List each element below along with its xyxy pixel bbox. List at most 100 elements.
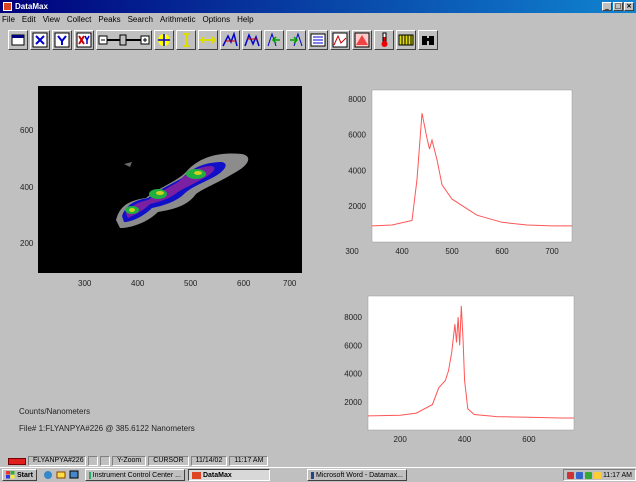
menu-help[interactable]: Help	[237, 15, 253, 24]
ie-icon[interactable]	[43, 470, 53, 480]
slider-icon	[98, 34, 150, 46]
minimize-button[interactable]: _	[602, 2, 612, 11]
contour-x-tick: 600	[237, 279, 251, 288]
x-scale-icon	[32, 32, 48, 48]
datamax-icon	[191, 471, 201, 479]
vertical-cursor-button[interactable]	[176, 30, 196, 50]
task-label: DataMax	[202, 471, 232, 479]
status-indicator	[8, 457, 26, 465]
y-tick-label: 4000	[348, 166, 366, 175]
tray-icon[interactable]	[566, 471, 574, 479]
spectrum-chart-top-svg[interactable]: 300 400 500 600 700 2000 4000 6000 8000	[338, 86, 576, 262]
zoom-slider[interactable]	[96, 30, 152, 50]
status-file: FLYANPYA#226	[28, 456, 86, 466]
next-spectrum-button[interactable]	[286, 30, 306, 50]
system-tray: 11:17 AM	[562, 469, 636, 481]
window-title: DataMax	[15, 2, 48, 11]
y-scale-icon	[54, 32, 70, 48]
x-tick-label: 400	[458, 435, 472, 444]
contour-y-tick: 400	[20, 183, 34, 192]
y-scale-button[interactable]	[52, 30, 72, 50]
status-bar: FLYANPYA#226 Y-Zoom CURSOR 11/14/02 11:1…	[0, 455, 636, 467]
thermometer-button[interactable]	[374, 30, 394, 50]
y-tick-label: 6000	[348, 131, 366, 140]
outlook-icon[interactable]	[56, 470, 66, 480]
contour-plot[interactable]: 300 400 500 600 700 600 400 200	[8, 82, 308, 292]
menu-file[interactable]: File	[2, 15, 15, 24]
start-label: Start	[17, 471, 33, 479]
horizontal-cursor-button[interactable]	[198, 30, 218, 50]
tray-icon[interactable]	[575, 471, 583, 479]
desktop-icon[interactable]	[69, 470, 79, 480]
menu-view[interactable]: View	[43, 15, 60, 24]
y-tick-label: 6000	[344, 341, 362, 350]
menu-edit[interactable]: Edit	[22, 15, 36, 24]
prev-spectrum-button[interactable]	[264, 30, 284, 50]
binoculars-icon	[422, 36, 434, 45]
color-map-icon	[398, 34, 414, 46]
task-label: Instrument Control Center ...	[92, 471, 181, 479]
status-blank-1	[88, 456, 98, 466]
window-layout-button[interactable]	[8, 30, 28, 50]
x-tick-label: 600	[495, 247, 509, 256]
full-scale-button[interactable]	[154, 30, 174, 50]
peak-label-button[interactable]	[242, 30, 262, 50]
binoculars-button[interactable]	[418, 30, 438, 50]
toolbar	[0, 25, 636, 55]
overlay-icon	[332, 32, 348, 48]
y-tick-label: 4000	[344, 370, 362, 379]
prev-icon	[267, 32, 280, 47]
spectrum-chart-top[interactable]: 300 400 500 600 700 2000 4000 6000 8000	[338, 86, 576, 262]
file-info-label: File# 1:FLYANPYA#226 @ 385.6122 Nanomete…	[19, 424, 195, 433]
plot-area	[371, 89, 573, 243]
spectrum-chart-bottom-svg[interactable]: 200 400 600 2000 4000 6000 8000	[336, 292, 578, 452]
color-map-button[interactable]	[396, 30, 416, 50]
tray-icon[interactable]	[593, 471, 601, 479]
3d-view-button[interactable]	[352, 30, 372, 50]
xy-scale-button[interactable]	[74, 30, 94, 50]
x-scale-button[interactable]	[30, 30, 50, 50]
thermometer-icon	[381, 32, 388, 47]
peak-icon	[222, 32, 238, 47]
menu-options[interactable]: Options	[203, 15, 231, 24]
word-icon	[310, 471, 314, 479]
contour-peak-2	[156, 191, 164, 195]
x-tick-label: 500	[445, 247, 459, 256]
contour-x-tick: 700	[283, 279, 297, 288]
y-tick-label: 8000	[348, 95, 366, 104]
peak-label-icon	[244, 32, 260, 47]
task-word[interactable]: Microsoft Word - Datamax...	[306, 469, 407, 481]
y-tick-label: 2000	[348, 202, 366, 211]
status-time: 11:17 AM	[229, 456, 269, 466]
expand-icon	[158, 34, 170, 46]
peak-pick-button[interactable]	[220, 30, 240, 50]
contour-x-tick: 500	[184, 279, 198, 288]
units-label: Counts/Nanometers	[19, 407, 91, 416]
contour-background	[38, 86, 302, 273]
start-button[interactable]: Start	[2, 469, 37, 481]
x-tick-label: 200	[394, 435, 408, 444]
tray-icon[interactable]	[584, 471, 592, 479]
task-datamax[interactable]: DataMax	[187, 469, 270, 481]
contour-plot-svg[interactable]: 300 400 500 600 700 600 400 200	[8, 82, 308, 292]
spectrum-chart-bottom[interactable]: 200 400 600 2000 4000 6000 8000	[336, 292, 578, 452]
close-button[interactable]: ×	[624, 2, 634, 11]
y-tick-label: 2000	[344, 398, 362, 407]
maximize-button[interactable]: □	[613, 2, 623, 11]
report-button[interactable]	[308, 30, 328, 50]
app-icon	[3, 2, 12, 11]
menu-peaks[interactable]: Peaks	[98, 15, 120, 24]
contour-y-tick: 200	[20, 239, 34, 248]
task-instrument-control[interactable]: Instrument Control Center ...	[84, 469, 185, 481]
menu-collect[interactable]: Collect	[67, 15, 91, 24]
overlay-button[interactable]	[330, 30, 350, 50]
contour-x-tick: 300	[78, 279, 92, 288]
menu-arithmetic[interactable]: Arithmetic	[160, 15, 196, 24]
clock: 11:17 AM	[602, 471, 632, 479]
menu-search[interactable]: Search	[128, 15, 153, 24]
window-icon	[11, 34, 25, 46]
title-bar: DataMax _ □ ×	[0, 0, 636, 13]
x-tick-label: 600	[522, 435, 536, 444]
status-mode: Y-Zoom	[112, 456, 147, 466]
instrument-icon	[88, 471, 91, 479]
